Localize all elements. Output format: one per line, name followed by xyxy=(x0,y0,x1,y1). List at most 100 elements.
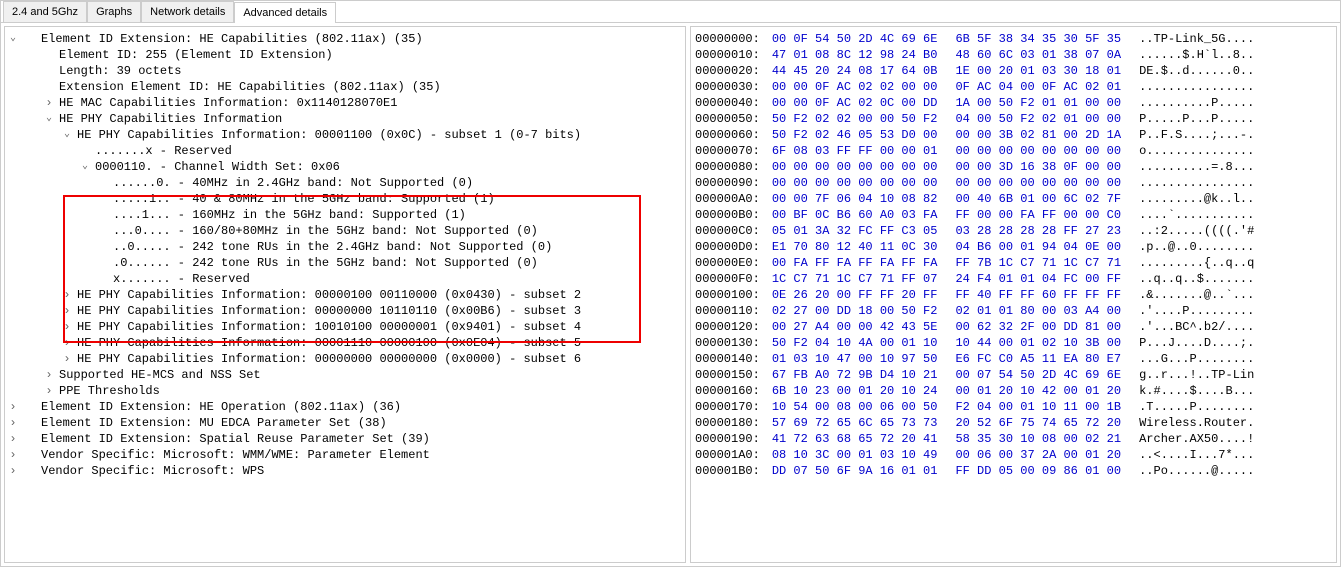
chevron-down-icon[interactable] xyxy=(61,127,73,139)
hex-bytes: 00 00 3D 16 38 0F 00 00 xyxy=(955,160,1121,174)
tree: Element ID Extension: HE Capabilities (8… xyxy=(5,27,685,499)
hex-row[interactable]: 00000070: 6F 08 03 FF FF 00 00 01 00 00 … xyxy=(695,143,1332,159)
tree-item[interactable]: Vendor Specific: Microsoft: WPS xyxy=(41,463,264,479)
tree-item[interactable]: ....1... - 160MHz in the 5GHz band: Supp… xyxy=(113,207,466,223)
hex-ascii: .&.......@..`... xyxy=(1139,288,1254,302)
chevron-right-icon[interactable] xyxy=(43,383,55,395)
hex-row[interactable]: 00000120: 00 27 A4 00 00 42 43 5E 00 62 … xyxy=(695,319,1332,335)
tree-item[interactable]: Element ID Extension: HE Capabilities (8… xyxy=(41,31,423,47)
chevron-right-icon[interactable] xyxy=(61,287,73,299)
hex-bytes: 58 35 30 10 08 00 02 21 xyxy=(955,432,1121,446)
hex-row[interactable]: 00000050: 50 F2 02 02 00 00 50 F2 04 00 … xyxy=(695,111,1332,127)
chevron-down-icon[interactable] xyxy=(7,31,19,43)
tree-item[interactable]: HE PHY Capabilities Information: 0000111… xyxy=(77,335,581,351)
hex-row[interactable]: 000001B0: DD 07 50 6F 9A 16 01 01 FF DD … xyxy=(695,463,1332,479)
hex-bytes: 00 00 00 00 00 00 00 00 xyxy=(772,176,938,190)
hex-bytes: 00 FA FF FA FF FA FF FA xyxy=(772,256,938,270)
tree-item[interactable]: Supported HE-MCS and NSS Set xyxy=(59,367,261,383)
hex-row[interactable]: 000000C0: 05 01 3A 32 FC FF C3 05 03 28 … xyxy=(695,223,1332,239)
hex-ascii: o............... xyxy=(1139,144,1254,158)
hex-bytes: 20 52 6F 75 74 65 72 20 xyxy=(955,416,1121,430)
tab-network-details[interactable]: Network details xyxy=(141,1,234,22)
tree-item[interactable]: ...0.... - 160/80+80MHz in the 5GHz band… xyxy=(113,223,538,239)
hex-row[interactable]: 00000180: 57 69 72 65 6C 65 73 73 20 52 … xyxy=(695,415,1332,431)
hex-row[interactable]: 00000020: 44 45 20 24 08 17 64 0B 1E 00 … xyxy=(695,63,1332,79)
hex-ascii: .'....P......... xyxy=(1139,304,1254,318)
tab-graphs[interactable]: Graphs xyxy=(87,1,141,22)
tree-item[interactable]: HE PHY Capabilities Information: 0000000… xyxy=(77,351,581,367)
tree-item[interactable]: HE PHY Capabilities Information: 1001010… xyxy=(77,319,581,335)
hex-row[interactable]: 00000040: 00 00 0F AC 02 0C 00 DD 1A 00 … xyxy=(695,95,1332,111)
chevron-right-icon[interactable] xyxy=(61,351,73,363)
hex-row[interactable]: 00000160: 6B 10 23 00 01 20 10 24 00 01 … xyxy=(695,383,1332,399)
hex-bytes: FF 00 00 FA FF 00 00 C0 xyxy=(955,208,1121,222)
tree-item[interactable]: Length: 39 octets xyxy=(59,63,181,79)
tree-item[interactable]: Extension Element ID: HE Capabilities (8… xyxy=(59,79,441,95)
chevron-down-icon[interactable] xyxy=(43,111,55,123)
hex-offset: 00000130: xyxy=(695,336,760,350)
hex-bytes: 44 45 20 24 08 17 64 0B xyxy=(772,64,938,78)
hex-offset: 00000160: xyxy=(695,384,760,398)
hex-offset: 00000100: xyxy=(695,288,760,302)
hex-row[interactable]: 00000110: 02 27 00 DD 18 00 50 F2 02 01 … xyxy=(695,303,1332,319)
hex-bytes: 00 00 00 00 00 00 00 00 xyxy=(955,176,1121,190)
tree-item[interactable]: ..0..... - 242 tone RUs in the 2.4GHz ba… xyxy=(113,239,552,255)
hex-bytes: 02 27 00 DD 18 00 50 F2 xyxy=(772,304,938,318)
hex-bytes: 10 44 00 01 02 10 3B 00 xyxy=(955,336,1121,350)
chevron-right-icon[interactable] xyxy=(43,367,55,379)
chevron-down-icon[interactable] xyxy=(79,159,91,171)
hex-bytes: 1E 00 20 01 03 30 18 01 xyxy=(955,64,1121,78)
chevron-right-icon[interactable] xyxy=(7,415,19,427)
tree-item[interactable]: .....1.. - 40 & 80MHz in the 5GHz band: … xyxy=(113,191,495,207)
hex-row[interactable]: 000001A0: 08 10 3C 00 01 03 10 49 00 06 … xyxy=(695,447,1332,463)
hex-bytes: 50 F2 02 46 05 53 D0 00 xyxy=(772,128,938,142)
hex-row[interactable]: 00000100: 0E 26 20 00 FF FF 20 FF FF 40 … xyxy=(695,287,1332,303)
tree-item[interactable]: Element ID: 255 (Element ID Extension) xyxy=(59,47,333,63)
hex-row[interactable]: 00000010: 47 01 08 8C 12 98 24 B0 48 60 … xyxy=(695,47,1332,63)
tree-scroll[interactable]: Element ID Extension: HE Capabilities (8… xyxy=(5,27,685,562)
hex-row[interactable]: 00000060: 50 F2 02 46 05 53 D0 00 00 00 … xyxy=(695,127,1332,143)
chevron-right-icon[interactable] xyxy=(7,463,19,475)
hex-row[interactable]: 00000130: 50 F2 04 10 4A 00 01 10 10 44 … xyxy=(695,335,1332,351)
chevron-right-icon[interactable] xyxy=(43,95,55,107)
tab-advanced-details[interactable]: Advanced details xyxy=(234,2,336,23)
tree-item[interactable]: ......0. - 40MHz in 2.4GHz band: Not Sup… xyxy=(113,175,473,191)
hex-row[interactable]: 00000170: 10 54 00 08 00 06 00 50 F2 04 … xyxy=(695,399,1332,415)
hex-row[interactable]: 00000000: 00 0F 54 50 2D 4C 69 6E 6B 5F … xyxy=(695,31,1332,47)
tree-item[interactable]: HE PHY Capabilities Information xyxy=(59,111,282,127)
tree-item[interactable]: Element ID Extension: Spatial Reuse Para… xyxy=(41,431,430,447)
hex-row[interactable]: 000000A0: 00 00 7F 06 04 10 08 82 00 40 … xyxy=(695,191,1332,207)
tree-item[interactable]: HE PHY Capabilities Information: 0000010… xyxy=(77,287,581,303)
tree-item[interactable]: PPE Thresholds xyxy=(59,383,160,399)
hex-row[interactable]: 000000F0: 1C C7 71 1C C7 71 FF 07 24 F4 … xyxy=(695,271,1332,287)
hex-row[interactable]: 00000140: 01 03 10 47 00 10 97 50 E6 FC … xyxy=(695,351,1332,367)
tree-item[interactable]: Vendor Specific: Microsoft: WMM/WME: Par… xyxy=(41,447,430,463)
tree-item[interactable]: 0000110. - Channel Width Set: 0x06 xyxy=(95,159,340,175)
hex-bytes: 04 00 50 F2 02 01 00 00 xyxy=(955,112,1121,126)
tab-24-5ghz[interactable]: 2.4 and 5Ghz xyxy=(3,1,87,22)
tree-item[interactable]: Element ID Extension: HE Operation (802.… xyxy=(41,399,401,415)
tree-item[interactable]: HE MAC Capabilities Information: 0x11401… xyxy=(59,95,397,111)
hex-row[interactable]: 000000D0: E1 70 80 12 40 11 0C 30 04 B6 … xyxy=(695,239,1332,255)
tree-item[interactable]: HE PHY Capabilities Information: 0000110… xyxy=(77,127,581,143)
hex-dump[interactable]: 00000000: 00 0F 54 50 2D 4C 69 6E 6B 5F … xyxy=(695,31,1332,479)
hex-row[interactable]: 00000090: 00 00 00 00 00 00 00 00 00 00 … xyxy=(695,175,1332,191)
tree-item[interactable]: .......x - Reserved xyxy=(95,143,232,159)
chevron-right-icon[interactable] xyxy=(7,399,19,411)
chevron-right-icon[interactable] xyxy=(61,335,73,347)
hex-row[interactable]: 000000E0: 00 FA FF FA FF FA FF FA FF 7B … xyxy=(695,255,1332,271)
tree-item[interactable]: .0...... - 242 tone RUs in the 5GHz band… xyxy=(113,255,538,271)
hex-row[interactable]: 00000080: 00 00 00 00 00 00 00 00 00 00 … xyxy=(695,159,1332,175)
chevron-right-icon[interactable] xyxy=(61,303,73,315)
tree-item[interactable]: HE PHY Capabilities Information: 0000000… xyxy=(77,303,581,319)
chevron-right-icon[interactable] xyxy=(7,431,19,443)
hex-row[interactable]: 00000030: 00 00 0F AC 02 02 00 00 0F AC … xyxy=(695,79,1332,95)
chevron-right-icon[interactable] xyxy=(7,447,19,459)
chevron-right-icon[interactable] xyxy=(61,319,73,331)
tree-item[interactable]: Element ID Extension: MU EDCA Parameter … xyxy=(41,415,387,431)
hex-row[interactable]: 000000B0: 00 BF 0C B6 60 A0 03 FA FF 00 … xyxy=(695,207,1332,223)
hex-row[interactable]: 00000190: 41 72 63 68 65 72 20 41 58 35 … xyxy=(695,431,1332,447)
hex-row[interactable]: 00000150: 67 FB A0 72 9B D4 10 21 00 07 … xyxy=(695,367,1332,383)
tree-item[interactable]: x....... - Reserved xyxy=(113,271,250,287)
hex-offset: 00000080: xyxy=(695,160,760,174)
